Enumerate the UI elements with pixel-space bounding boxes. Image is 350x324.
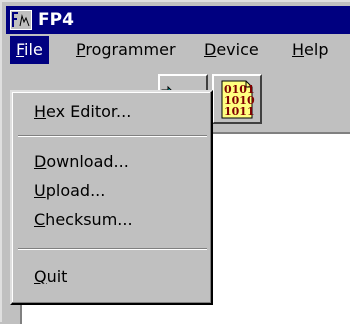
download-mnemonic: D (34, 152, 47, 171)
menu-device[interactable]: Device (198, 36, 265, 64)
window-title: FP4 (38, 10, 74, 30)
app-icon[interactable] (10, 10, 32, 30)
menu-file[interactable]: File (10, 36, 49, 64)
menu-help[interactable]: Help (286, 36, 334, 64)
menu-help-mnemonic: H (292, 40, 305, 59)
quit-mnemonic: Q (34, 267, 47, 286)
menu-bar: File Programmer Device Help (6, 36, 350, 64)
upload-label: pload... (45, 181, 106, 200)
menu-separator (18, 135, 207, 137)
binary-data-icon: 0101 1010 1011 (221, 80, 255, 119)
menu-help-label: elp (304, 40, 329, 59)
menu-item-upload[interactable]: Upload... (34, 179, 105, 203)
menu-separator (18, 248, 207, 250)
hex-editor-mnemonic: H (34, 102, 47, 121)
checksum-label: hecksum... (45, 210, 133, 229)
hex-editor-label: ex Editor... (46, 102, 132, 121)
menu-item-checksum[interactable]: Checksum... (34, 208, 133, 232)
download-label: ownload... (46, 152, 129, 171)
menu-item-quit[interactable]: Quit (34, 265, 67, 289)
menu-programmer-label: rogrammer (85, 40, 176, 59)
menu-programmer[interactable]: Programmer (70, 36, 182, 64)
file-menu-dropdown: Hex Editor... Download... Upload... Chec… (10, 90, 213, 305)
menu-device-mnemonic: D (204, 40, 217, 59)
upload-mnemonic: U (34, 181, 46, 200)
menu-file-mnemonic: F (16, 40, 25, 59)
menu-file-label: ile (24, 40, 43, 59)
menu-item-download[interactable]: Download... (34, 150, 129, 174)
binary-row-3: 1011 (224, 105, 255, 118)
menu-item-hex-editor[interactable]: Hex Editor... (34, 100, 131, 124)
menu-programmer-mnemonic: P (76, 40, 86, 59)
checksum-mnemonic: C (34, 210, 46, 229)
quit-label: uit (46, 267, 68, 286)
main-window: FP4 File Programmer Device Help 0101 101… (0, 0, 350, 324)
title-bar[interactable]: FP4 (6, 6, 350, 34)
binary-view-button[interactable]: 0101 1010 1011 (212, 74, 262, 124)
menu-device-label: evice (216, 40, 259, 59)
